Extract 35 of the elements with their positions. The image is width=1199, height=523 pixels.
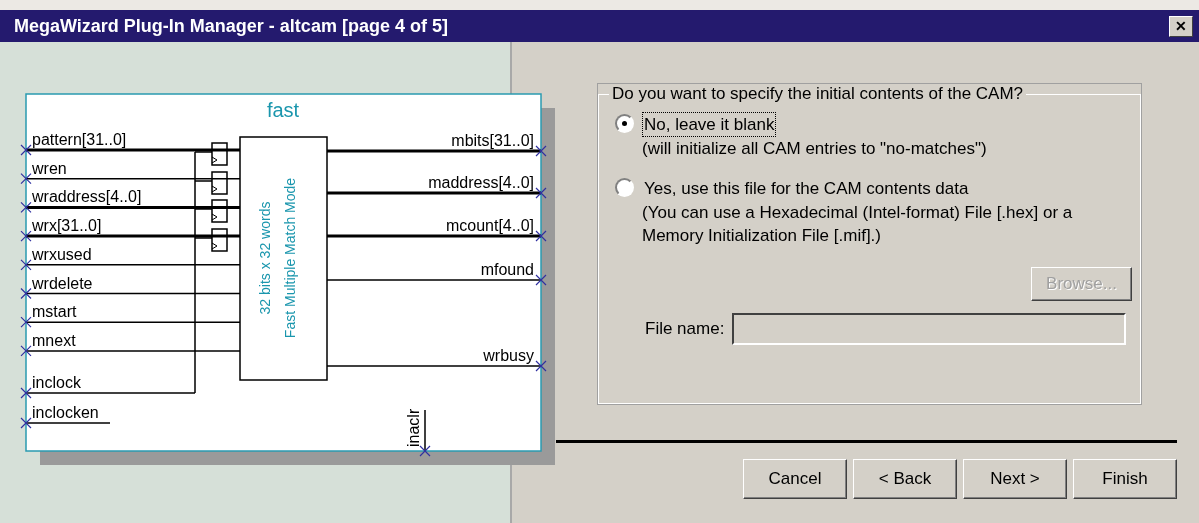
pin-label: mfound [480,261,534,278]
pin-label: mnext [32,331,76,349]
option-note: (will initialize all CAM entries to "no-matches") [642,138,988,160]
pin-line [419,409,431,457]
pin-label: wrdelete [32,274,93,292]
pin-label: maddress[4..0] [428,174,534,191]
close-button[interactable]: ✕ [1169,15,1193,37]
pin-label: inclocken [32,404,99,421]
block-label: Fast Multiple Match Mode [282,177,298,339]
register-drawing [211,171,228,195]
pin-label: wraddress[4..0] [32,188,142,206]
file-name-label: File name: [645,319,725,339]
wizard-button[interactable]: Cancel [743,459,847,499]
pin-label: inclock [32,374,81,391]
radio-button[interactable] [615,114,634,133]
pin-label: pattern[31..0] [32,131,127,148]
wizard-button[interactable]: Finish [1073,459,1177,499]
wizard-button[interactable]: Next > [963,459,1067,499]
block-label: 32 bits x 32 words [257,201,273,315]
pin-label: inaclr [405,408,422,447]
pin-label: mstart [32,303,77,321]
pin-label: mcount[4..0] [445,217,534,234]
option-note: (You can use a Hexadecimal (Intel-format) File [.hex] or a Memory Initialization File [.mif].) [642,202,1074,247]
radio-button[interactable] [615,178,634,197]
diagram-title: fast [266,99,300,121]
wizard-button[interactable]: < Back [853,459,957,499]
pin-label: wrx[31..0] [32,217,102,235]
group-legend: Do you want to specify the initial contents of the CAM? [609,84,1027,104]
pin-label: mbits[31..0] [451,132,534,149]
pin-label: wrbusy [483,347,534,364]
window-title: MegaWizard Plug-In Manager - altcam [page 4 of 5] [14,15,448,37]
option-label[interactable]: Yes, use this file for the CAM contents data [642,176,971,201]
pin-label: wren [32,159,67,177]
option-label[interactable]: No, leave it blank [642,112,777,137]
pin-label: wrxused [32,245,92,263]
